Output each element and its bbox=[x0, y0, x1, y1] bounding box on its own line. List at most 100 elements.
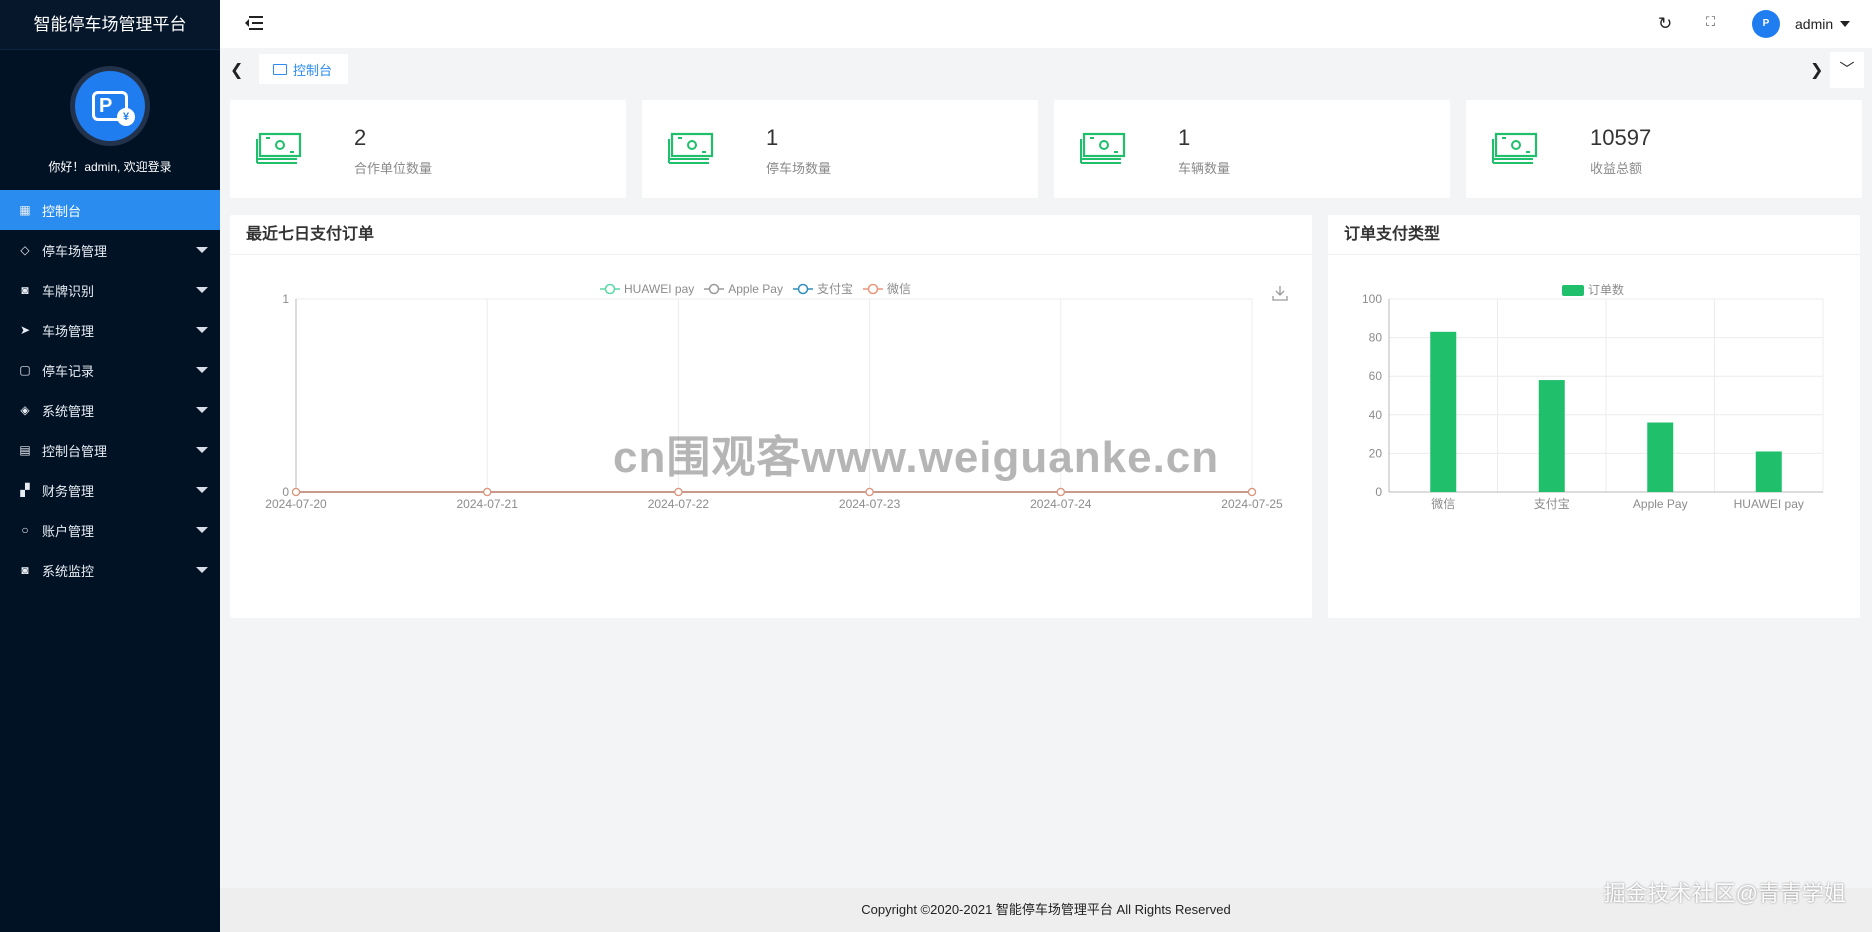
x-tick-label: 微信 bbox=[1431, 497, 1455, 511]
watermark-text: cn围观客www.weiguanke.cn bbox=[613, 433, 1220, 482]
stat-value: 2 bbox=[354, 125, 367, 150]
bar[interactable] bbox=[1647, 422, 1674, 492]
stat-value: 1 bbox=[766, 125, 779, 150]
chevron-down-icon bbox=[196, 527, 208, 533]
y-tick-label: 40 bbox=[1369, 408, 1383, 422]
layers-icon: ◈ bbox=[20, 403, 30, 417]
diamond-icon: ◇ bbox=[20, 243, 30, 257]
camera-icon: ◙ bbox=[21, 283, 29, 297]
chevron-down-icon bbox=[196, 287, 208, 293]
y-tick-label: 0 bbox=[1375, 485, 1382, 499]
sidebar-item-label: 控制台管理 bbox=[42, 443, 108, 459]
sidebar-item-5[interactable]: ◈ 系统管理 bbox=[0, 390, 220, 430]
data-point[interactable] bbox=[483, 487, 492, 497]
chevron-down-icon bbox=[196, 447, 208, 453]
sidebar-item-label: 车牌识别 bbox=[42, 283, 95, 299]
sidebar-item-label: 账户管理 bbox=[42, 523, 95, 539]
x-tick-label: 2024-07-21 bbox=[457, 497, 519, 511]
stat-card[interactable]: 1 停车场数量 bbox=[642, 100, 1038, 198]
y-tick-label: 20 bbox=[1369, 446, 1383, 460]
sidebar-item-4[interactable]: ▢ 停车记录 bbox=[0, 350, 220, 390]
line-chart-panel: 最近七日支付订单 HUAWEI pay Apple Pay 支付宝 微信 2024-0… bbox=[230, 215, 1312, 618]
sidebar-item-1[interactable]: ◇ 停车场管理 bbox=[0, 230, 220, 270]
sidebar-item-2[interactable]: ◙ 车牌识别 bbox=[0, 270, 220, 310]
x-tick-label: 2024-07-20 bbox=[265, 497, 327, 511]
tab-next-icon[interactable]: ❯ bbox=[1810, 60, 1823, 80]
y-tick-label: 100 bbox=[1362, 292, 1382, 306]
parking-logo-icon: P ¥ bbox=[75, 71, 145, 141]
stat-label: 停车场数量 bbox=[766, 161, 832, 176]
chevron-down-icon bbox=[196, 247, 208, 253]
tab-prev-icon[interactable]: ❮ bbox=[230, 60, 243, 80]
sidebar: 智能停车场管理平台 P ¥ 你好！admin, 欢迎登录 ▦ 控制台 ◇ 停车场管理 ◙ 车… bbox=[0, 0, 220, 932]
bar[interactable] bbox=[1755, 451, 1782, 492]
sidebar-item-label: 停车记录 bbox=[42, 363, 95, 379]
y-tick-label: 0 bbox=[282, 485, 289, 499]
sidebar-item-label: 车场管理 bbox=[42, 323, 95, 339]
y-tick-label: 1 bbox=[282, 292, 289, 306]
refresh-icon[interactable]: ↻ bbox=[1658, 14, 1672, 34]
y-tick-label: 60 bbox=[1369, 369, 1383, 383]
sidebar-item-label: 系统管理 bbox=[42, 403, 95, 419]
money-icon bbox=[1492, 132, 1538, 164]
top-header: ↻ ⛶ P admin bbox=[220, 0, 1872, 48]
x-tick-label: 2024-07-24 bbox=[1030, 497, 1092, 511]
user-avatar[interactable]: P bbox=[1752, 10, 1780, 38]
stat-card[interactable]: 10597 收益总额 bbox=[1466, 100, 1862, 198]
chevron-down-icon bbox=[196, 407, 208, 413]
data-point[interactable] bbox=[291, 487, 301, 497]
chevron-down-icon bbox=[196, 367, 208, 373]
stat-value: 10597 bbox=[1590, 125, 1652, 150]
x-tick-label: Apple Pay bbox=[1633, 497, 1688, 511]
stat-label: 车辆数量 bbox=[1178, 161, 1231, 176]
dashboard-icon: ▦ bbox=[19, 203, 31, 217]
sidebar-item-label: 停车场管理 bbox=[42, 243, 108, 259]
collapse-menu-icon[interactable] bbox=[245, 16, 263, 32]
data-point[interactable] bbox=[865, 487, 874, 497]
money-icon bbox=[1080, 132, 1126, 164]
sidebar-item-label: 财务管理 bbox=[42, 483, 95, 499]
avatar[interactable]: P ¥ bbox=[70, 66, 150, 146]
sidebar-item-3[interactable]: ➤ 车场管理 bbox=[0, 310, 220, 350]
sidebar-item-7[interactable]: ▞ 财务管理 bbox=[0, 470, 220, 510]
monitor-icon bbox=[273, 63, 287, 75]
tab-label: 控制台 bbox=[293, 62, 333, 78]
x-tick-label: 支付宝 bbox=[1534, 497, 1570, 511]
chevron-down-icon bbox=[196, 567, 208, 573]
user-icon: ○ bbox=[21, 523, 29, 537]
x-tick-label: 2024-07-22 bbox=[648, 497, 710, 511]
stat-label: 合作单位数量 bbox=[354, 161, 433, 176]
stat-card[interactable]: 1 车辆数量 bbox=[1054, 100, 1450, 198]
corner-watermark: 掘金技术社区@青青学姐 bbox=[1603, 881, 1846, 906]
tab-dashboard[interactable]: 控制台 bbox=[259, 54, 349, 84]
sidebar-item-8[interactable]: ○ 账户管理 bbox=[0, 510, 220, 550]
user-dropdown-icon[interactable] bbox=[1840, 21, 1850, 27]
stat-label: 收益总额 bbox=[1590, 161, 1643, 176]
stat-value: 1 bbox=[1178, 125, 1191, 150]
user-profile: P ¥ 你好！admin, 欢迎登录 bbox=[0, 50, 220, 190]
fullscreen-icon[interactable]: ⛶ bbox=[1706, 14, 1715, 30]
chevron-down-icon bbox=[196, 327, 208, 333]
sidebar-item-6[interactable]: ▤ 控制台管理 bbox=[0, 430, 220, 470]
data-point[interactable] bbox=[1247, 487, 1257, 497]
note-icon: ▢ bbox=[19, 363, 31, 377]
data-point[interactable] bbox=[1056, 487, 1065, 497]
username[interactable]: admin bbox=[1795, 16, 1833, 32]
tab-more-icon[interactable]: ﹀ bbox=[1830, 52, 1864, 88]
y-tick-label: 80 bbox=[1369, 331, 1383, 345]
sidebar-item-9[interactable]: ◙ 系统监控 bbox=[0, 550, 220, 590]
stat-card[interactable]: 2 合作单位数量 bbox=[230, 100, 626, 198]
sidebar-item-0[interactable]: ▦ 控制台 bbox=[0, 190, 220, 230]
sidebar-item-label: 控制台 bbox=[42, 203, 82, 219]
chevron-down-icon bbox=[196, 487, 208, 493]
send-icon: ➤ bbox=[19, 323, 31, 337]
panel-title: 订单支付类型 bbox=[1328, 215, 1860, 255]
data-point[interactable] bbox=[674, 487, 683, 497]
bar[interactable] bbox=[1538, 380, 1565, 492]
x-tick-label: 2024-07-25 bbox=[1221, 497, 1283, 511]
money-icon bbox=[668, 132, 714, 164]
bar-chart: 0 20 40 60 80 100 微信 支付宝 Apple Pay HUAWEI pay bbox=[1362, 292, 1824, 511]
money-icon bbox=[256, 132, 302, 164]
bar[interactable] bbox=[1430, 331, 1457, 492]
welcome-text: 你好！admin, 欢迎登录 bbox=[48, 160, 172, 174]
